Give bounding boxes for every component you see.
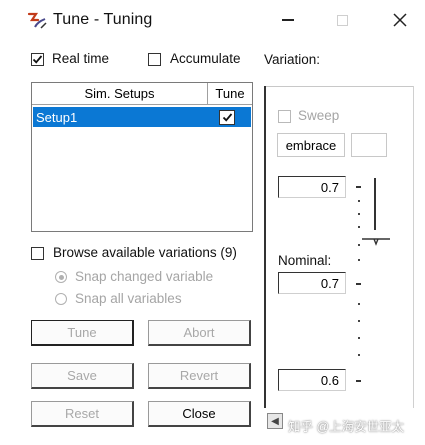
revert-button[interactable]: Revert (148, 363, 251, 389)
setup-name: Setup1 (36, 109, 78, 125)
ruler-tick (356, 380, 361, 382)
slider-track[interactable] (374, 178, 376, 230)
window-title: Tune - Tuning (53, 11, 153, 28)
column-header-sim-setups[interactable]: Sim. Setups (32, 83, 208, 105)
ruler-dot (358, 337, 360, 339)
panel-right-edge (413, 86, 414, 408)
close-button[interactable]: Close (148, 401, 251, 427)
table-row[interactable]: Setup1 (33, 107, 251, 127)
ruler-dot (358, 226, 360, 228)
variable-units-field[interactable] (351, 133, 387, 157)
scroll-left-arrow-icon[interactable]: ◀ (267, 413, 283, 429)
title-bar: Tune - Tuning (0, 0, 425, 40)
watermark-text: 知乎 @上海安世亚太 (288, 420, 405, 434)
tune-button[interactable]: Tune (31, 320, 134, 346)
ruler-dot (358, 259, 360, 261)
ruler-dot (358, 320, 360, 322)
checkmark-icon (32, 55, 43, 64)
ruler-dot (358, 354, 360, 356)
browse-variations-checkbox[interactable] (31, 247, 44, 260)
nominal-value-field[interactable]: 0.7 (278, 272, 346, 294)
reset-button[interactable]: Reset (31, 401, 134, 427)
minimize-button[interactable] (268, 6, 308, 34)
real-time-label: Real time (52, 51, 110, 66)
maximize-button[interactable] (322, 6, 362, 34)
ruler-dot (358, 244, 360, 246)
snap-all-radio[interactable] (55, 293, 67, 305)
min-value-field[interactable]: 0.6 (278, 369, 346, 391)
variation-label: Variation: (264, 52, 321, 67)
snap-all-label: Snap all variables (75, 291, 182, 306)
sweep-checkbox[interactable] (278, 110, 291, 123)
slider-thumb[interactable] (362, 234, 390, 246)
accumulate-label: Accumulate (170, 51, 241, 66)
sweep-label: Sweep (298, 108, 340, 123)
column-header-tune[interactable]: Tune (208, 83, 252, 105)
max-value-field[interactable]: 0.7 (278, 176, 346, 198)
nominal-label: Nominal: (278, 253, 332, 268)
sim-setups-list[interactable]: Sim. Setups Tune Setup1 (31, 82, 253, 232)
accumulate-checkbox[interactable] (148, 53, 161, 66)
checkmark-icon (222, 113, 232, 122)
ruler-tick (356, 283, 361, 285)
radio-dot (58, 274, 64, 280)
tune-row-checkbox[interactable] (219, 110, 235, 125)
minimize-icon (282, 19, 294, 21)
snap-changed-label: Snap changed variable (75, 269, 214, 284)
browse-variations-label: Browse available variations (9) (53, 245, 237, 260)
close-window-button[interactable] (380, 6, 420, 34)
save-button[interactable]: Save (31, 363, 134, 389)
snap-changed-radio[interactable] (55, 271, 67, 283)
ruler-dot (358, 303, 360, 305)
variable-name-field[interactable]: embrace (277, 133, 345, 157)
abort-button[interactable]: Abort (148, 320, 251, 346)
ruler-dot (358, 200, 360, 202)
close-icon (393, 13, 407, 27)
ruler-dot (358, 213, 360, 215)
panel-divider (264, 86, 266, 408)
maximize-icon (336, 14, 348, 26)
real-time-checkbox[interactable] (31, 53, 44, 66)
panel-top-edge (266, 86, 414, 87)
ruler-tick (356, 186, 361, 188)
tuning-app-icon (26, 10, 48, 32)
